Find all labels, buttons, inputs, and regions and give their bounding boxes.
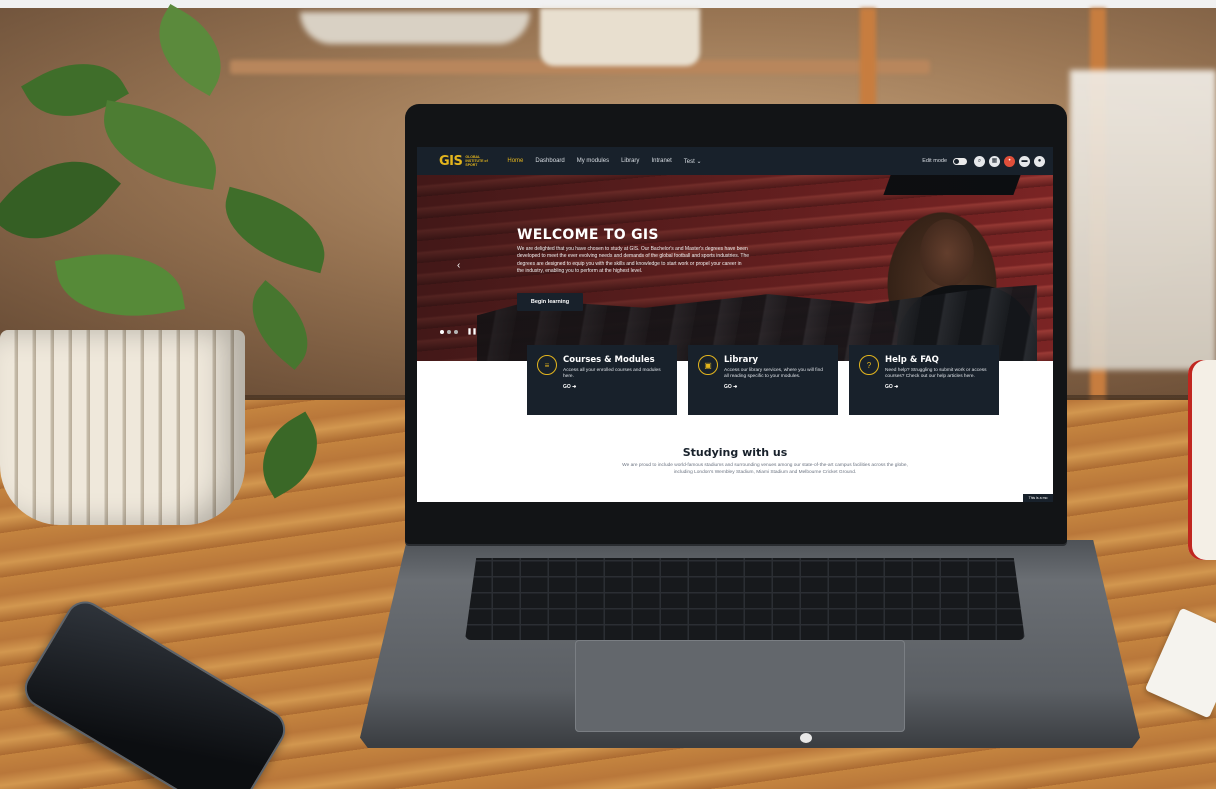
card-courses-modules[interactable]: ≡ Courses & Modules Access all your enro… bbox=[527, 345, 677, 415]
coffee-mug bbox=[1188, 360, 1216, 560]
grid-icon[interactable]: ▦ bbox=[989, 155, 1000, 167]
edit-mode-label: Edit mode bbox=[922, 158, 947, 164]
help-icon: ? bbox=[859, 355, 879, 375]
carousel-pause-button[interactable]: ❚❚ bbox=[467, 328, 477, 335]
nav-dashboard[interactable]: Dashboard bbox=[535, 158, 564, 164]
card-go-link[interactable]: GO ➜ bbox=[724, 384, 828, 390]
nav-my-modules[interactable]: My modules bbox=[577, 158, 609, 164]
card-help-faq[interactable]: ? Help & FAQ Need help? Struggling to su… bbox=[849, 345, 999, 415]
background-vase bbox=[540, 8, 700, 66]
background-window bbox=[1070, 70, 1216, 370]
edit-mode-toggle[interactable] bbox=[953, 157, 967, 165]
card-library[interactable]: ▣ Library Access our library services, w… bbox=[688, 345, 838, 415]
card-text: Access our library services, where you w… bbox=[724, 368, 823, 380]
library-icon: ▣ bbox=[698, 355, 718, 375]
hero-carousel: ‹ WELCOME TO GIS We are delighted that y… bbox=[417, 175, 1053, 361]
hero-title: WELCOME TO GIS bbox=[517, 227, 659, 243]
card-go-link[interactable]: GO ➜ bbox=[885, 384, 989, 390]
studying-description: We are proud to include world-famous sta… bbox=[622, 463, 908, 475]
background-bowl bbox=[300, 12, 530, 44]
modules-icon: ≡ bbox=[537, 355, 557, 375]
nav-intranet[interactable]: Intranet bbox=[651, 158, 671, 164]
chat-icon[interactable]: ▬ bbox=[1019, 155, 1030, 167]
nav-library[interactable]: Library bbox=[621, 158, 639, 164]
nav-test-dropdown[interactable]: Test ⌄ bbox=[684, 158, 702, 165]
top-navbar: GIS GLOBAL INSTITUTE of SPORT Home Dashb… bbox=[417, 147, 1053, 175]
card-go-link[interactable]: GO ➜ bbox=[563, 384, 667, 390]
plant-pot bbox=[0, 330, 245, 525]
hero-description: We are delighted that you have chosen to… bbox=[517, 246, 750, 275]
card-text: Access all your enrolled courses and mod… bbox=[563, 368, 661, 380]
footer-tag: This is a mo bbox=[1023, 494, 1053, 502]
top-strip bbox=[0, 0, 1216, 8]
logo-text: GLOBAL INSTITUTE of SPORT bbox=[465, 155, 488, 167]
carousel-indicators: ❚❚ bbox=[440, 328, 477, 335]
user-avatar-icon[interactable]: ● bbox=[1034, 155, 1045, 167]
card-title: Help & FAQ bbox=[885, 355, 939, 365]
gis-logo[interactable]: GIS GLOBAL INSTITUTE of SPORT bbox=[439, 154, 489, 169]
laptop-keyboard bbox=[465, 558, 1025, 640]
laptop-notch bbox=[800, 733, 812, 743]
carousel-dot[interactable] bbox=[440, 329, 444, 334]
carousel-prev-button[interactable]: ‹ bbox=[457, 260, 460, 271]
carousel-dot[interactable] bbox=[447, 329, 451, 334]
studying-title: Studying with us bbox=[682, 446, 788, 459]
carousel-dot[interactable] bbox=[454, 329, 458, 334]
begin-learning-button[interactable]: Begin learning bbox=[517, 293, 583, 311]
nav-home[interactable]: Home bbox=[507, 158, 523, 164]
notification-icon[interactable]: • bbox=[1004, 155, 1015, 167]
card-text: Need help? Struggling to submit work or … bbox=[885, 368, 987, 380]
quick-link-cards: ≡ Courses & Modules Access all your enro… bbox=[527, 345, 999, 415]
laptop-screen: GIS GLOBAL INSTITUTE of SPORT Home Dashb… bbox=[417, 147, 1053, 502]
laptop-trackpad bbox=[575, 640, 905, 732]
card-title: Courses & Modules bbox=[563, 355, 655, 365]
logo-mark: GIS bbox=[439, 153, 463, 169]
nav-actions: Edit mode ⌕ ▦ • ▬ ● bbox=[922, 155, 1045, 167]
search-icon[interactable]: ⌕ bbox=[974, 155, 985, 167]
card-title: Library bbox=[724, 355, 759, 365]
